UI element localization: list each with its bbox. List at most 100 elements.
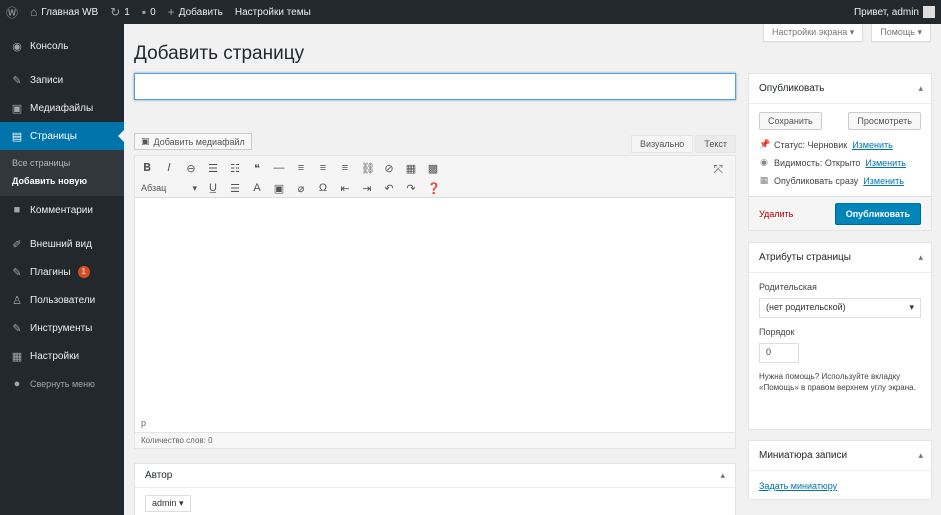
sidebar-item-comments[interactable]: ■ Комментарии bbox=[0, 196, 124, 224]
updates-menu[interactable]: ↻ 1 bbox=[104, 0, 136, 24]
updates-icon: ↻ bbox=[110, 5, 121, 19]
collapse-icon: ● bbox=[13, 378, 21, 390]
word-count: Количество слов: 0 bbox=[135, 432, 735, 448]
schedule-row: ▦ Опубликовать сразу Изменить bbox=[759, 175, 904, 186]
admin-bar: Ⓦ ⌂ Главная WB ↻ 1 ▪ 0 + Добавить Настройки … bbox=[0, 0, 941, 24]
status-row: 📌 Статус: Черновик Изменить bbox=[759, 139, 893, 150]
strikethrough-icon[interactable]: ⊖ bbox=[185, 162, 197, 175]
author-select[interactable]: admin ▾ bbox=[145, 495, 191, 512]
link-icon[interactable]: ⛓ bbox=[361, 162, 375, 175]
fullscreen-icon[interactable]: ⤧ bbox=[713, 162, 723, 177]
paste-text-icon[interactable]: ▣ bbox=[273, 182, 285, 195]
special-char-icon[interactable]: Ω bbox=[317, 182, 329, 194]
save-draft-button[interactable]: Сохранить bbox=[759, 112, 822, 130]
plugins-update-badge: 1 bbox=[77, 266, 90, 278]
author-box: Автор ▴ admin ▾ bbox=[134, 463, 736, 515]
chevron-down-icon: ▾ bbox=[909, 302, 914, 312]
new-content-menu[interactable]: + Добавить bbox=[162, 0, 229, 24]
sidebar-item-pages[interactable]: ▤ Страницы bbox=[0, 122, 124, 150]
order-input[interactable]: 0 bbox=[759, 343, 799, 363]
set-featured-image-link[interactable]: Задать миниатюру bbox=[749, 481, 931, 491]
numbered-list-icon[interactable]: ☷ bbox=[229, 162, 241, 175]
toolbar-toggle-icon[interactable]: ▩ bbox=[427, 162, 439, 175]
wordpress-logo-icon: Ⓦ bbox=[6, 5, 19, 20]
publish-box-header[interactable]: Опубликовать ▴ bbox=[749, 74, 931, 104]
wp-logo-menu[interactable]: Ⓦ bbox=[0, 0, 24, 24]
unlink-icon[interactable]: ⊘ bbox=[383, 162, 395, 175]
featured-image-header[interactable]: Миниатюра записи ▴ bbox=[749, 441, 931, 471]
toggle-arrow-icon[interactable]: ▴ bbox=[720, 470, 725, 481]
page-title: Добавить страницу bbox=[134, 43, 305, 64]
site-name-menu[interactable]: ⌂ Главная WB bbox=[24, 0, 104, 24]
bullet-list-icon[interactable]: ☰ bbox=[207, 162, 219, 175]
editor-tabs: Визуально Текст bbox=[630, 135, 736, 153]
schedule-edit-link[interactable]: Изменить bbox=[863, 176, 904, 186]
sidebar-item-collapse[interactable]: ● Свернуть меню bbox=[0, 370, 124, 398]
sidebar-item-plugins[interactable]: ✎ Плагины 1 bbox=[0, 258, 124, 286]
comments-menu[interactable]: ▪ 0 bbox=[136, 0, 162, 24]
screen-options-button[interactable]: Настройки экрана ▾ bbox=[763, 24, 864, 42]
editor-box: 𝐁 𝐼 ⊖ ☰ ☷ ❝ — ≡ ≡ ≡ ⛓ ⊘ ▦ ▩ Абзац ▾ U̲ ☰ … bbox=[134, 155, 736, 449]
align-left-icon[interactable]: ≡ bbox=[295, 162, 307, 174]
sidebar-item-appearance[interactable]: ✐ Внешний вид bbox=[0, 230, 124, 258]
account-menu[interactable]: Привет, admin bbox=[848, 0, 941, 24]
add-media-button[interactable]: ▣ Добавить медиафайл bbox=[134, 133, 252, 150]
media-icon: ▣ bbox=[141, 136, 150, 146]
comment-icon: ▪ bbox=[141, 5, 147, 19]
sidebar-item-media[interactable]: ▣ Медиафайлы bbox=[0, 94, 124, 122]
indent-icon[interactable]: ⇥ bbox=[361, 182, 373, 195]
sidebar-item-posts[interactable]: ✎ Записи bbox=[0, 66, 124, 94]
home-icon: ⌂ bbox=[30, 5, 38, 19]
toggle-arrow-icon[interactable]: ▴ bbox=[918, 252, 923, 263]
plus-icon: + bbox=[167, 5, 175, 19]
sidebar-item-settings[interactable]: ▦ Настройки bbox=[0, 342, 124, 370]
status-edit-link[interactable]: Изменить bbox=[852, 140, 893, 150]
preview-button[interactable]: Просмотреть bbox=[848, 112, 921, 130]
calendar-icon: ▦ bbox=[759, 175, 769, 185]
blockquote-icon[interactable]: ❝ bbox=[251, 162, 263, 175]
sidebar-item-users[interactable]: ♙ Пользователи bbox=[0, 286, 124, 314]
publish-actions: Удалить Опубликовать bbox=[749, 196, 931, 230]
visibility-edit-link[interactable]: Изменить bbox=[865, 158, 906, 168]
submenu-add-new[interactable]: Добавить новую bbox=[0, 172, 124, 190]
customize-menu[interactable]: Настройки темы bbox=[229, 0, 317, 24]
sidebar-item-tools[interactable]: ✎ Инструменты bbox=[0, 314, 124, 342]
dashboard-icon: ◉ bbox=[12, 40, 22, 53]
underline-icon[interactable]: U̲ bbox=[207, 182, 219, 194]
horizontal-rule-icon[interactable]: — bbox=[273, 162, 285, 174]
tab-text[interactable]: Текст bbox=[695, 135, 736, 153]
author-box-header[interactable]: Автор ▴ bbox=[135, 464, 735, 488]
appearance-icon: ✐ bbox=[12, 238, 22, 251]
editor-wrap: ▣ Добавить медиафайл Визуально Текст 𝐁 𝐼 … bbox=[134, 129, 736, 449]
pin-icon: ✎ bbox=[12, 74, 22, 87]
page-attributes-header[interactable]: Атрибуты страницы ▴ bbox=[749, 243, 931, 273]
tab-visual[interactable]: Визуально bbox=[630, 135, 694, 153]
sidebar-item-dashboard[interactable]: ◉ Консоль bbox=[0, 32, 124, 60]
italic-icon[interactable]: 𝐼 bbox=[163, 162, 175, 175]
help-icon[interactable]: ❓ bbox=[427, 182, 441, 195]
text-color-icon[interactable]: A bbox=[251, 182, 263, 194]
outdent-icon[interactable]: ⇤ bbox=[339, 182, 351, 195]
publish-button[interactable]: Опубликовать bbox=[834, 202, 921, 225]
toggle-arrow-icon[interactable]: ▴ bbox=[918, 83, 923, 94]
parent-select[interactable]: (нет родительской) ▾ bbox=[759, 298, 921, 318]
users-icon: ♙ bbox=[12, 294, 22, 307]
toggle-arrow-icon[interactable]: ▴ bbox=[918, 450, 923, 461]
read-more-icon[interactable]: ▦ bbox=[405, 162, 417, 175]
delete-link[interactable]: Удалить bbox=[759, 209, 793, 219]
bold-icon[interactable]: 𝐁 bbox=[141, 162, 153, 175]
order-label: Порядок bbox=[759, 327, 795, 337]
help-button[interactable]: Помощь ▾ bbox=[871, 24, 931, 42]
clear-formatting-icon[interactable]: ⌀ bbox=[295, 182, 307, 195]
redo-icon[interactable]: ↷ bbox=[405, 182, 417, 195]
align-right-icon[interactable]: ≡ bbox=[339, 162, 351, 174]
format-select[interactable]: Абзац ▾ bbox=[141, 183, 197, 194]
editor-path: p bbox=[141, 418, 147, 428]
title-input[interactable] bbox=[134, 73, 736, 100]
align-center-icon[interactable]: ≡ bbox=[317, 162, 329, 174]
submenu-all-pages[interactable]: Все страницы bbox=[0, 154, 124, 172]
undo-icon[interactable]: ↶ bbox=[383, 182, 395, 195]
media-icon: ▣ bbox=[11, 102, 23, 115]
justify-icon[interactable]: ☰ bbox=[229, 182, 241, 195]
comments-icon: ■ bbox=[13, 204, 21, 216]
